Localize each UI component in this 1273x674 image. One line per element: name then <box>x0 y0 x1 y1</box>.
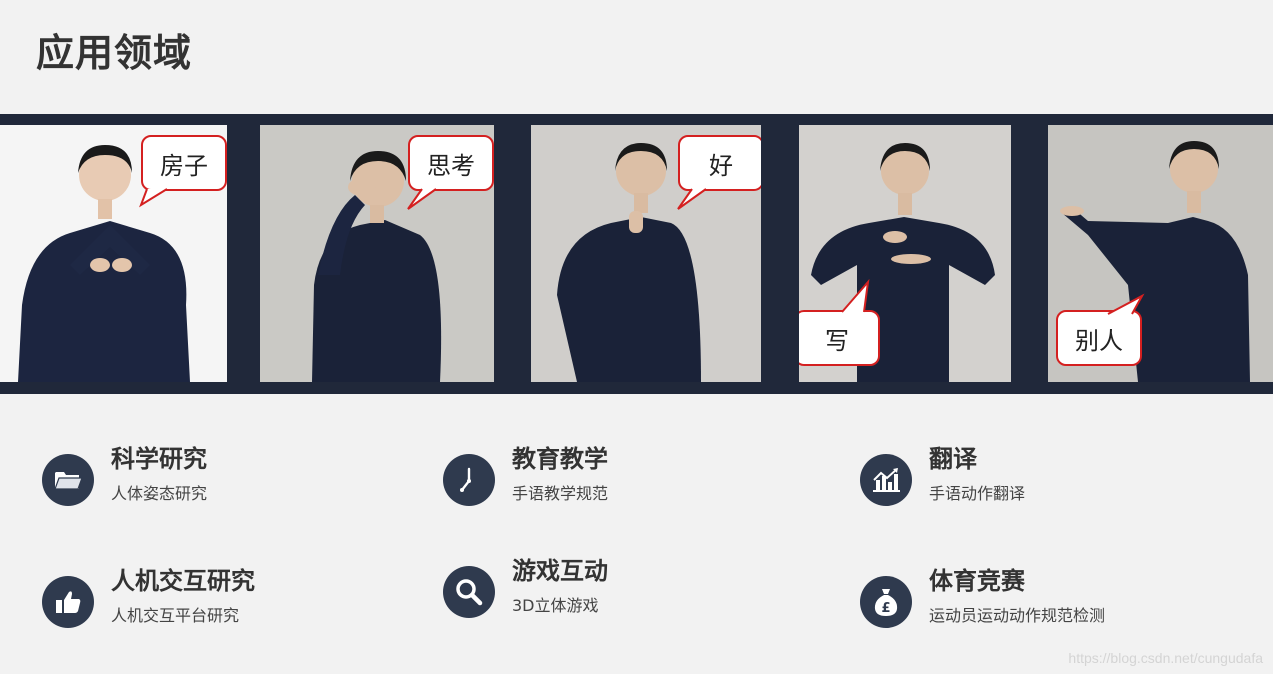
domain-item-sports: £ 体育竞赛 运动员运动动作规范检测 <box>860 566 1105 628</box>
domain-item-education: 教育教学 手语教学规范 <box>443 444 608 506</box>
domain-title: 体育竞赛 <box>929 567 1025 595</box>
bubble-tail <box>407 188 437 210</box>
page-title: 应用领域 <box>36 31 193 75</box>
speech-bubble: 别人 <box>1056 293 1145 366</box>
domain-item-hci: 人机交互研究 人机交互平台研究 <box>42 566 255 628</box>
bubble-text: 房子 <box>160 151 208 180</box>
domain-icon-circle: £ <box>860 576 912 628</box>
bubble-text: 别人 <box>1075 326 1123 355</box>
svg-text:£: £ <box>881 601 890 616</box>
speech-bubble: 房子 <box>139 135 227 208</box>
speech-bubble: 好 <box>677 135 761 210</box>
bubble-tail <box>1107 293 1145 315</box>
bubble-text: 写 <box>825 326 849 355</box>
domain-description: 手语教学规范 <box>512 484 609 503</box>
bubble-text: 思考 <box>427 151 475 180</box>
watermark: https://blog.csdn.net/cungudafa <box>1068 650 1263 666</box>
gesture-photo-write: 写 <box>799 125 1011 382</box>
bubble-tail <box>841 278 870 313</box>
speech-bubble: 写 <box>799 278 880 366</box>
thumbs-up-icon <box>56 591 81 613</box>
chart-icon <box>873 468 900 492</box>
domain-icon-circle <box>443 566 495 618</box>
domain-description: 手语动作翻译 <box>929 484 1026 503</box>
folder-icon <box>54 472 83 490</box>
gesture-photo-good: 好 <box>531 125 761 382</box>
bubble-tail <box>677 188 707 210</box>
domain-title: 游戏互动 <box>512 557 608 585</box>
gesture-photo-house: 房子 <box>0 125 227 382</box>
bubble-tail <box>139 188 168 208</box>
clock-icon <box>460 467 471 492</box>
domain-item-games: 游戏互动 3D立体游戏 <box>443 556 608 618</box>
domain-icon-circle <box>42 454 94 506</box>
domain-item-science: 科学研究 人体姿态研究 <box>42 444 207 506</box>
domain-item-translation: 翻译 手语动作翻译 <box>860 444 1025 506</box>
gesture-photo-think: 思考 <box>260 125 494 382</box>
search-icon <box>456 579 483 606</box>
gesture-photo-others: 别人 <box>1048 125 1273 382</box>
gesture-photo-strip: 房子 思考 好 写 别人 <box>0 114 1273 394</box>
domain-title: 科学研究 <box>111 445 207 473</box>
domain-icon-circle <box>443 454 495 506</box>
domain-title: 翻译 <box>929 445 977 473</box>
domain-title: 教育教学 <box>512 445 608 473</box>
money-bag-icon: £ <box>874 589 898 616</box>
domain-description: 人机交互平台研究 <box>111 606 240 625</box>
speech-bubble: 思考 <box>407 135 494 210</box>
domain-description: 运动员运动动作规范检测 <box>929 606 1106 625</box>
domain-icon-circle <box>42 576 94 628</box>
domain-description: 人体姿态研究 <box>111 484 208 503</box>
domain-description: 3D立体游戏 <box>512 596 599 615</box>
domain-icon-circle <box>860 454 912 506</box>
domain-title: 人机交互研究 <box>111 567 255 595</box>
bubble-text: 好 <box>709 151 733 180</box>
